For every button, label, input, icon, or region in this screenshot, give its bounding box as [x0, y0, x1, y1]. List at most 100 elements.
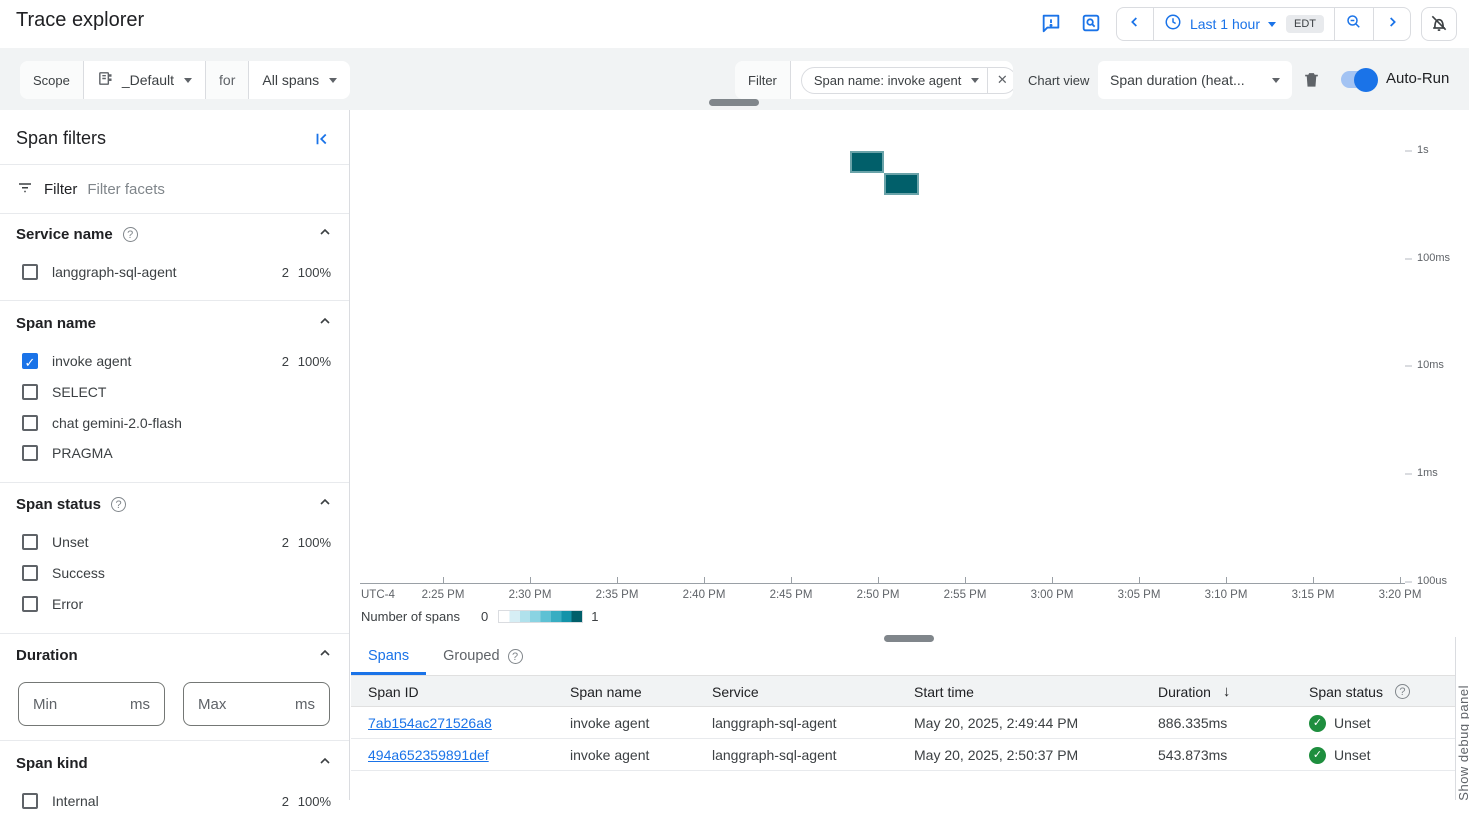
x-axis-tick-label: 3:05 PM	[1118, 589, 1161, 601]
auto-run-label: Auto-Run	[1386, 70, 1449, 87]
section-span-kind: Span kind	[16, 753, 333, 774]
help-icon[interactable]	[508, 649, 523, 664]
chart-table-resize-handle[interactable]	[884, 635, 934, 642]
chevron-up-icon[interactable]	[317, 753, 333, 774]
duration-range-inputs: ms ms	[18, 682, 330, 726]
legend-max-value: 1	[591, 609, 598, 624]
trace-search-button[interactable]	[1076, 9, 1106, 39]
help-icon[interactable]	[123, 227, 138, 242]
x-axis-tick-label: 2:30 PM	[509, 589, 552, 601]
checkbox-unchecked[interactable]	[22, 793, 38, 809]
column-header-span-status[interactable]: Span status	[1309, 676, 1410, 707]
facet-filter-row: Filter	[0, 165, 349, 213]
legend-min-value: 0	[481, 609, 488, 624]
collapse-panel-button[interactable]	[313, 130, 331, 151]
heatmap-cell[interactable]	[850, 151, 884, 173]
time-zoom-out-button[interactable]	[1335, 8, 1373, 40]
facet-label: Internal	[52, 793, 99, 809]
filter-control: Filter Span name: invoke agent ✕	[735, 61, 1013, 99]
table-row: 7ab154ac271526a8 invoke agent langgraph-…	[351, 707, 1455, 739]
results-tabs: Spans Grouped	[351, 640, 540, 675]
alarm-off-icon	[1429, 13, 1449, 36]
x-axis-tick-label: 3:10 PM	[1205, 589, 1248, 601]
remove-filter-icon[interactable]: ✕	[988, 68, 1013, 93]
facet-item[interactable]: Success	[0, 558, 349, 588]
checkbox-unchecked[interactable]	[22, 565, 38, 581]
facet-item[interactable]: Internal 2 100%	[0, 786, 349, 816]
facet-item[interactable]: PRAGMA	[0, 438, 349, 468]
duration-min-field[interactable]: ms	[18, 682, 165, 726]
duration-unit: ms	[130, 696, 150, 713]
span-id-link[interactable]: 7ab154ac271526a8	[368, 715, 492, 731]
facet-item[interactable]: invoke agent 2 100%	[0, 346, 349, 376]
chevron-right-icon	[1384, 14, 1400, 35]
facet-item[interactable]: SELECT	[0, 377, 349, 407]
tab-grouped[interactable]: Grouped	[426, 640, 539, 675]
show-debug-panel-tab[interactable]: Show debug panel	[1455, 637, 1469, 800]
x-axis-tick-label: 3:15 PM	[1292, 589, 1335, 601]
duration-max-field[interactable]: ms	[183, 682, 330, 726]
tab-spans[interactable]: Spans	[351, 640, 426, 675]
scope-dropdown[interactable]: _Default	[84, 61, 206, 99]
help-icon[interactable]	[111, 497, 126, 512]
x-axis-tick	[530, 577, 531, 583]
checkbox-unchecked[interactable]	[22, 596, 38, 612]
duration-min-input[interactable]	[33, 696, 113, 713]
checkbox-unchecked[interactable]	[22, 534, 38, 550]
x-axis-tick-label: 2:50 PM	[857, 589, 900, 601]
y-axis-tick	[1405, 150, 1412, 152]
section-title: Span name	[16, 315, 96, 332]
time-range-dropdown[interactable]: Last 1 hour EDT	[1154, 8, 1334, 40]
toolbar-resize-handle[interactable]	[709, 99, 759, 106]
chevron-up-icon[interactable]	[317, 494, 333, 515]
facet-label: SELECT	[52, 384, 106, 400]
status-ok-icon	[1309, 747, 1326, 764]
span-id-link[interactable]: 494a652359891def	[368, 747, 489, 763]
facet-item[interactable]: chat gemini-2.0-flash	[0, 408, 349, 438]
facet-filter-input[interactable]	[87, 181, 333, 198]
chevron-down-icon	[971, 78, 979, 83]
help-icon[interactable]	[1395, 684, 1410, 699]
status-ok-icon	[1309, 715, 1326, 732]
duration-cell: 886.335ms	[1158, 707, 1227, 739]
section-title: Duration	[16, 647, 78, 664]
facet-item[interactable]: langgraph-sql-agent 2 100%	[0, 257, 349, 287]
heatmap-cell[interactable]	[884, 173, 919, 195]
feedback-button[interactable]	[1036, 9, 1066, 39]
checkbox-unchecked[interactable]	[22, 384, 38, 400]
checkbox-checked[interactable]	[22, 353, 38, 369]
tab-label: Grouped	[443, 648, 499, 664]
column-header-span-name[interactable]: Span name	[570, 676, 642, 707]
span-scope-dropdown[interactable]: All spans	[249, 61, 350, 99]
sort-descending-icon[interactable]	[1223, 683, 1231, 700]
y-axis-tick-label: 1ms	[1417, 467, 1438, 479]
chevron-up-icon[interactable]	[317, 313, 333, 334]
chevron-up-icon[interactable]	[317, 224, 333, 245]
checkbox-unchecked[interactable]	[22, 445, 38, 461]
delete-query-button[interactable]	[1298, 68, 1324, 94]
scope-value: _Default	[122, 72, 174, 88]
divider	[0, 740, 349, 741]
auto-run-toggle[interactable]	[1341, 71, 1375, 88]
y-axis-tick	[1405, 581, 1412, 583]
duration-cell: 543.873ms	[1158, 739, 1227, 771]
chart-view-dropdown[interactable]: Span duration (heat...	[1098, 61, 1292, 99]
column-header-start-time[interactable]: Start time	[914, 676, 974, 707]
column-header-span-id[interactable]: Span ID	[368, 676, 419, 707]
service-cell: langgraph-sql-agent	[712, 707, 837, 739]
checkbox-unchecked[interactable]	[22, 264, 38, 280]
time-back-button[interactable]	[1117, 8, 1153, 40]
filter-chip[interactable]: Span name: invoke agent ✕	[801, 67, 1013, 94]
collapse-left-icon	[313, 136, 331, 151]
checkbox-unchecked[interactable]	[22, 415, 38, 431]
facet-item[interactable]: Unset 2 100%	[0, 527, 349, 557]
duration-max-input[interactable]	[198, 696, 278, 713]
chevron-up-icon[interactable]	[317, 645, 333, 666]
facet-item[interactable]: Error	[0, 589, 349, 619]
column-header-duration[interactable]: Duration	[1158, 676, 1230, 707]
time-forward-button[interactable]	[1374, 8, 1410, 40]
column-header-service[interactable]: Service	[712, 676, 759, 707]
facet-percent: 100%	[289, 535, 331, 550]
auto-refresh-off-button[interactable]	[1421, 7, 1457, 41]
facet-label: Error	[52, 596, 83, 612]
